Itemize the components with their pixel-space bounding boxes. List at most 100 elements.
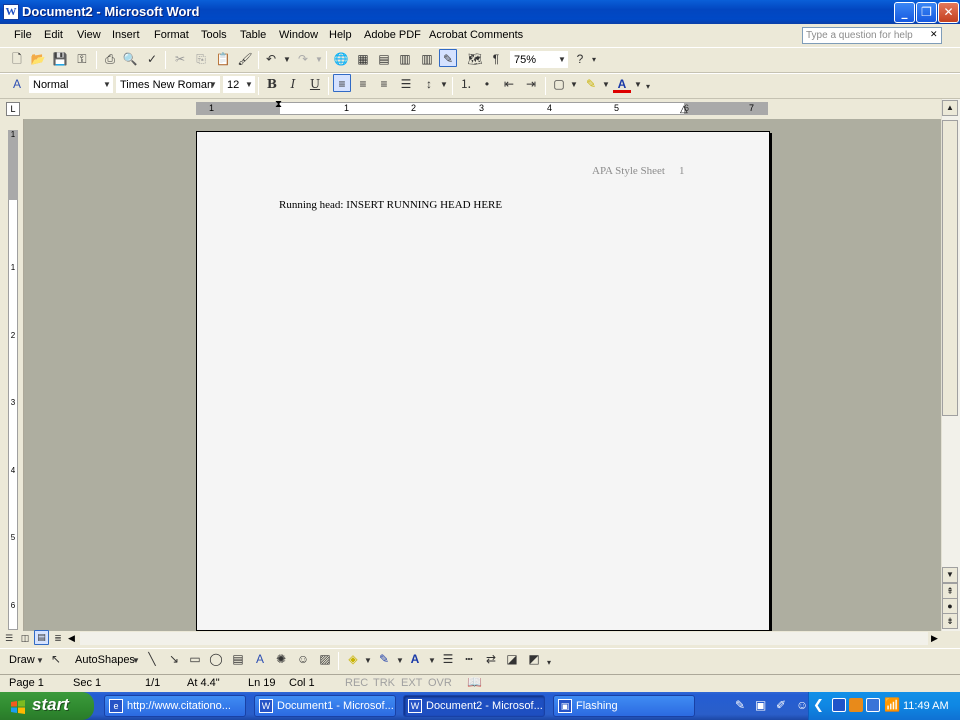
menu-window[interactable]: Window — [279, 29, 318, 41]
save-icon[interactable]: 💾 — [51, 50, 69, 68]
font-size-dropdown-icon[interactable]: ▼ — [245, 80, 253, 89]
close-button[interactable]: ✕ — [938, 2, 959, 23]
right-indent-marker[interactable]: △ — [680, 104, 688, 115]
vertical-ruler-track[interactable] — [8, 130, 18, 630]
styles-formatting-icon[interactable]: A — [8, 75, 26, 93]
status-page[interactable]: Page 1 — [9, 677, 44, 689]
style-select[interactable]: Normal — [29, 76, 113, 93]
wifi-tray-icon[interactable]: 📶 — [884, 697, 900, 713]
web-layout-view-icon[interactable]: ◫ — [18, 631, 32, 645]
horizontal-scrollbar[interactable] — [80, 632, 928, 645]
fill-color-dropdown-icon[interactable]: ▼ — [364, 656, 372, 665]
scroll-up-button[interactable]: ▲ — [942, 100, 958, 116]
status-rec[interactable]: REC — [345, 677, 368, 689]
cut-icon[interactable]: ✂ — [171, 50, 189, 68]
print-icon[interactable]: ⎙ — [101, 50, 119, 68]
new-document-icon[interactable]: 🗋 — [8, 50, 26, 68]
taskbar-item-document1[interactable]: W Document1 - Microsof... — [254, 695, 396, 717]
columns-icon[interactable]: ▥ — [418, 50, 436, 68]
font-color-icon[interactable]: A — [406, 650, 424, 668]
font-color-dropdown-icon[interactable]: ▼ — [634, 80, 642, 89]
increase-indent-icon[interactable]: ⇥ — [522, 75, 540, 93]
align-right-icon[interactable]: ≡ — [375, 75, 393, 93]
highlight-icon[interactable]: ✎ — [582, 75, 600, 93]
wordart-icon[interactable]: A — [251, 650, 269, 668]
select-objects-icon[interactable]: ↖ — [47, 650, 65, 668]
rectangle-icon[interactable]: ▭ — [186, 650, 204, 668]
security-tray-icon[interactable] — [849, 698, 863, 712]
oval-icon[interactable]: ◯ — [207, 650, 225, 668]
outline-view-icon[interactable]: ≣ — [51, 631, 65, 645]
scroll-down-button[interactable]: ▼ — [942, 567, 958, 583]
network-tray-icon[interactable] — [832, 698, 846, 712]
status-line[interactable]: Ln 19 — [248, 677, 276, 689]
justify-icon[interactable]: ☰ — [397, 75, 415, 93]
select-browse-object-button[interactable]: ● — [942, 598, 958, 614]
previous-page-button[interactable]: ⇞ — [942, 583, 958, 599]
status-trk[interactable]: TRK — [373, 677, 395, 689]
show-hide-icon[interactable]: ¶ — [487, 50, 505, 68]
numbering-icon[interactable]: ⒈ — [457, 75, 475, 93]
underline-button[interactable]: U — [306, 75, 324, 93]
taskbar-item-flashing[interactable]: ▣ Flashing — [553, 695, 695, 717]
shadow-style-icon[interactable]: ◪ — [503, 650, 521, 668]
font-color-icon[interactable]: A — [613, 75, 631, 93]
status-section[interactable]: Sec 1 — [73, 677, 101, 689]
user-tray-icon[interactable]: ☺ — [796, 698, 808, 712]
dash-style-icon[interactable]: ┅ — [460, 650, 478, 668]
menu-file[interactable]: File — [14, 29, 32, 41]
tables-borders-icon[interactable]: ▦ — [354, 50, 372, 68]
decrease-indent-icon[interactable]: ⇤ — [500, 75, 518, 93]
menu-acrobat-comments[interactable]: Acrobat Comments — [429, 29, 523, 41]
3d-style-icon[interactable]: ◩ — [525, 650, 543, 668]
status-ovr[interactable]: OVR — [428, 677, 452, 689]
style-dropdown-icon[interactable]: ▼ — [103, 80, 111, 89]
format-painter-icon[interactable]: 🖌 — [236, 50, 254, 68]
monitor-tray-icon[interactable]: ▣ — [755, 698, 766, 712]
page-number[interactable]: 1 — [679, 165, 685, 177]
undo-dropdown-icon[interactable]: ▼ — [283, 55, 291, 64]
word-app-icon[interactable]: W — [3, 4, 19, 20]
redo-icon[interactable]: ↷ — [294, 50, 312, 68]
spelling-status-icon[interactable]: 📖 — [467, 675, 482, 689]
first-line-indent-marker[interactable]: ⧗ — [275, 99, 282, 110]
paste-icon[interactable]: 📋 — [214, 50, 232, 68]
menu-help[interactable]: Help — [329, 29, 352, 41]
arrow-style-icon[interactable]: ⇄ — [482, 650, 500, 668]
restore-button[interactable]: ❐ — [916, 2, 937, 23]
text-box-icon[interactable]: ▤ — [229, 650, 247, 668]
italic-button[interactable]: I — [284, 75, 302, 93]
line-color-dropdown-icon[interactable]: ▼ — [396, 656, 404, 665]
undo-icon[interactable]: ↶ — [262, 50, 280, 68]
line-color-icon[interactable]: ✎ — [375, 650, 393, 668]
bluetooth-tray-icon[interactable] — [866, 698, 880, 712]
print-preview-icon[interactable]: 🔍 — [121, 50, 139, 68]
font-select[interactable]: Times New Roman — [116, 76, 220, 93]
line-icon[interactable]: ╲ — [143, 650, 161, 668]
copy-icon[interactable]: ⎘ — [192, 50, 210, 68]
status-at[interactable]: At 4.4" — [187, 677, 220, 689]
pen-tray-icon[interactable]: ✎ — [735, 698, 745, 712]
minimize-button[interactable]: _ — [894, 2, 915, 23]
font-color-dropdown-icon[interactable]: ▼ — [428, 656, 436, 665]
print-layout-view-icon[interactable]: ▤ — [34, 630, 49, 645]
running-head-text[interactable]: Running head: INSERT RUNNING HEAD HERE — [279, 199, 502, 211]
zoom-dropdown-icon[interactable]: ▼ — [558, 55, 566, 64]
taskbar-item-ie[interactable]: e http://www.citationo... — [104, 695, 246, 717]
redo-dropdown-icon[interactable]: ▼ — [315, 55, 323, 64]
draw-menu-button[interactable]: Draw — [9, 654, 35, 666]
toolbar-options-icon[interactable]: ▾ — [646, 82, 650, 91]
spelling-icon[interactable]: ✓ — [143, 50, 161, 68]
page-header-text[interactable]: APA Style Sheet — [592, 165, 665, 177]
fill-color-icon[interactable]: ◈ — [344, 650, 362, 668]
autoshapes-menu-button[interactable]: AutoShapes — [75, 654, 135, 666]
help-question-input[interactable]: Type a question for help — [802, 27, 942, 44]
help-icon[interactable]: ? — [571, 50, 589, 68]
vertical-scroll-thumb[interactable] — [942, 120, 958, 416]
line-style-icon[interactable]: ☰ — [439, 650, 457, 668]
menu-edit[interactable]: Edit — [44, 29, 63, 41]
normal-view-icon[interactable]: ☰ — [2, 631, 16, 645]
taskbar-item-document2[interactable]: W Document2 - Microsof... — [403, 695, 545, 717]
menu-adobe-pdf[interactable]: Adobe PDF — [364, 29, 421, 41]
menu-insert[interactable]: Insert — [112, 29, 140, 41]
